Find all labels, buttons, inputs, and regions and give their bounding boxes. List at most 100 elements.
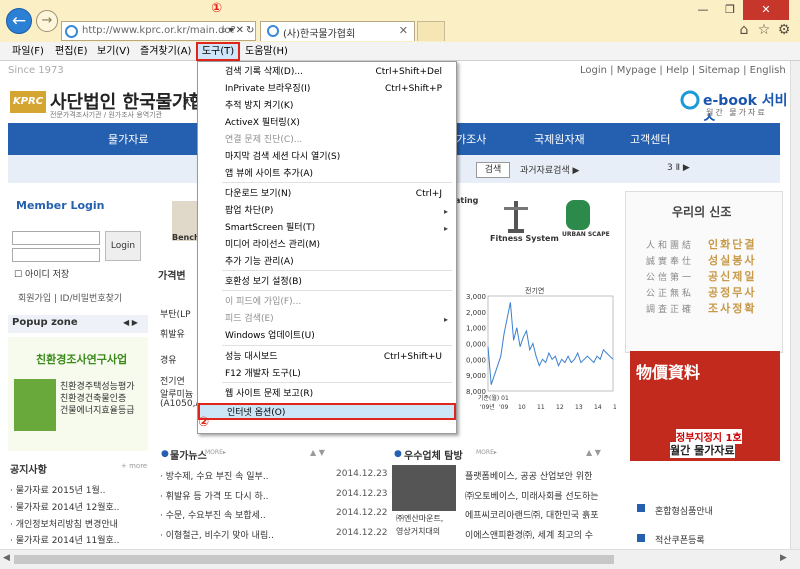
news-date: 2014.12.22 — [336, 508, 388, 518]
maximize-button[interactable]: ❐ — [717, 0, 743, 20]
tools-menu-item[interactable]: 웹 사이트 문제 보고(R) — [198, 386, 456, 403]
price-row[interactable]: 전기연 — [160, 374, 185, 387]
company-item[interactable]: ㈜오토베이스, 미래사회를 선도하는 — [465, 489, 599, 502]
menu-help[interactable]: 도움말(H) — [245, 42, 288, 61]
news-item[interactable]: · 휘발유 등 가격 또 다시 하.. — [160, 489, 269, 502]
forward-button[interactable]: → — [36, 10, 58, 32]
window-close-button[interactable]: ✕ — [743, 0, 789, 20]
scroll-right-arrow-icon[interactable]: ▶ — [780, 553, 787, 563]
new-tab-button[interactable] — [417, 21, 445, 41]
price-row[interactable]: 부탄(LP — [160, 307, 191, 320]
menu-tools[interactable]: 도구(T) — [196, 42, 240, 61]
menu-item-shortcut: Ctrl+Shift+P — [385, 84, 442, 94]
popup-nav-arrows[interactable]: ◀ ▶ — [123, 318, 138, 327]
tools-menu-item[interactable]: SmartScreen 필터(T) ▸ — [198, 220, 456, 237]
fitness-image[interactable] — [488, 199, 550, 239]
nav-customer-center[interactable]: 고객센터 — [630, 131, 670, 147]
tools-menu-item[interactable]: 호환성 보기 설정(B) — [198, 274, 456, 291]
tools-menu-item[interactable]: 검색 기록 삭제(D)... Ctrl+Shift+Del — [198, 64, 456, 81]
menu-favorites[interactable]: 즐겨찾기(A) — [140, 42, 191, 61]
notice-more-link[interactable]: + more — [121, 462, 147, 470]
menu-item-label: 추적 방지 켜기(K) — [225, 101, 294, 111]
minimize-button[interactable]: — — [689, 0, 717, 20]
save-id-checkbox[interactable]: ☐ 아이디 저장 — [14, 267, 69, 280]
home-icon[interactable]: ⌂ — [736, 22, 752, 38]
id-input[interactable] — [12, 231, 100, 245]
nav-intl-materials[interactable]: 국제원자재 — [534, 131, 585, 147]
pager-controls[interactable]: 3 Ⅱ ▶ — [667, 163, 690, 173]
tools-menu-item[interactable]: 피드 검색(E) ▸ — [198, 311, 456, 328]
address-text[interactable]: http://www.kprc.or.kr/main.do? — [82, 25, 236, 36]
join-links[interactable]: 회원가입 | ID/비밀번호찾기 — [18, 291, 122, 304]
checkbox-box[interactable]: ☐ — [14, 270, 25, 280]
company-item[interactable]: 플랫폼베이스, 공공 산업보안 위한 — [465, 469, 592, 482]
horizontal-scrollbar[interactable]: ◀ ▶ — [0, 549, 800, 569]
price-row[interactable]: 경유 — [160, 353, 177, 366]
favorites-star-icon[interactable]: ☆ — [756, 22, 772, 38]
news-item[interactable]: · 수문, 수요부진 속 보합세.. — [160, 508, 266, 521]
past-search-link[interactable]: 과거자료검색 ▶ — [520, 163, 579, 176]
logo-mark[interactable]: KPRC — [10, 91, 46, 113]
scroll-left-arrow-icon[interactable]: ◀ — [3, 553, 10, 563]
tools-menu-item[interactable]: 이 피드에 가입(F)... — [198, 294, 456, 311]
menu-edit[interactable]: 편집(E) — [55, 42, 88, 61]
notice-item[interactable]: · 개인정보처리방침 변경안내 — [10, 517, 118, 530]
search-refresh-icons[interactable]: ⌕▾✕↻ — [221, 25, 256, 36]
company-item[interactable]: 에프씨코리아랜드㈜, 대한민국 흙포 — [465, 508, 599, 521]
tools-menu-item[interactable]: ActiveX 필터링(X) — [198, 115, 456, 132]
company-more-link[interactable]: MORE▸ — [476, 449, 497, 456]
submenu-arrow-icon: ▸ — [443, 315, 448, 324]
tools-menu-item[interactable]: 인터넷 옵션(O) — [198, 403, 456, 420]
slogan-hanja: 誠實奉仕 — [646, 257, 695, 267]
tools-menu-item[interactable]: 팝업 차단(P) ▸ — [198, 203, 456, 220]
back-button[interactable]: ← — [6, 8, 32, 34]
notice-item[interactable]: · 물가자료 2014년 11월호.. — [10, 533, 119, 546]
menu-item-label: 이 피드에 가입(F)... — [225, 297, 302, 307]
price-row[interactable]: 휘발유 — [160, 327, 185, 340]
tools-menu-item[interactable]: 성능 대시보드 Ctrl+Shift+U — [198, 349, 456, 366]
password-input[interactable] — [12, 248, 100, 262]
scroll-thumb[interactable] — [14, 555, 614, 564]
urbanscape-image[interactable] — [566, 200, 590, 230]
right-link[interactable]: 혼합형심품안내 — [655, 504, 713, 517]
news-nav-arrows[interactable]: ▲ ▼ — [310, 448, 325, 457]
ebook-icon[interactable] — [680, 90, 700, 110]
tools-menu-item[interactable]: 다운로드 보기(N) Ctrl+J — [198, 186, 456, 203]
company-photo[interactable] — [392, 465, 456, 511]
top-links[interactable]: Login | Mypage | Help | Sitemap | Englis… — [580, 65, 786, 76]
menu-item-shortcut: Ctrl+J — [415, 189, 442, 199]
tools-menu-item[interactable]: 추가 기능 관리(A) — [198, 254, 456, 271]
nav-price-data[interactable]: 물가자료 — [108, 131, 148, 147]
news-item[interactable]: · 방수제, 수요 부진 속 일부.. — [160, 469, 269, 482]
menu-item-label: ActiveX 필터링(X) — [225, 118, 300, 128]
gear-icon[interactable]: ⚙ — [776, 22, 792, 38]
x-tick-label: 14 — [594, 404, 602, 411]
company-item[interactable]: 이에스앤피환경㈜, 세계 최고의 수 — [465, 528, 593, 541]
login-button[interactable]: Login — [105, 231, 141, 261]
news-more-link[interactable]: MORE▸ — [205, 449, 226, 456]
notice-item[interactable]: · 물가자료 2014년 12월호.. — [10, 500, 119, 513]
nav-price-survey[interactable]: 가조사 — [456, 131, 486, 147]
right-link[interactable]: 적산쿠폰등록 — [655, 533, 705, 546]
popup-zone-title: Popup zone — [12, 317, 78, 328]
menu-item-label: 앱 뷰에 사이트 추가(A) — [225, 169, 314, 179]
tools-menu-item[interactable]: Windows 업데이트(U) — [198, 328, 456, 345]
tools-menu-item[interactable]: InPrivate 브라우징(I) Ctrl+Shift+P — [198, 81, 456, 98]
vertical-scrollbar[interactable] — [790, 61, 800, 549]
news-item[interactable]: · 이형철근, 비수기 맞아 내림.. — [160, 528, 274, 541]
menu-file[interactable]: 파일(F) — [12, 42, 44, 61]
tools-menu-item[interactable]: 마지막 검색 세션 다시 열기(S) — [198, 149, 456, 166]
promo-heading: 친환경조사연구사업 — [36, 353, 128, 366]
menu-view[interactable]: 보기(V) — [97, 42, 130, 61]
tools-menu-item[interactable]: 연결 문제 진단(C)... — [198, 132, 456, 149]
company-nav-arrows[interactable]: ▲ ▼ — [586, 448, 601, 457]
notice-item[interactable]: · 물가자료 2015년 1월.. — [10, 483, 105, 496]
tab-close-icon[interactable]: ✕ — [399, 24, 408, 37]
tools-menu-item[interactable]: 추적 방지 켜기(K) — [198, 98, 456, 115]
tools-menu-item[interactable]: 미디어 라이선스 관리(M) — [198, 237, 456, 254]
address-bar[interactable]: http://www.kprc.or.kr/main.do? ⌕▾✕↻ — [61, 21, 256, 41]
browser-tab[interactable]: (사)한국물가협회 ✕ — [260, 21, 415, 41]
tools-menu-item[interactable]: 앱 뷰에 사이트 추가(A) — [198, 166, 456, 183]
search-button[interactable]: 검색 — [476, 162, 510, 178]
tools-menu-item[interactable]: F12 개발자 도구(L) — [198, 366, 456, 383]
